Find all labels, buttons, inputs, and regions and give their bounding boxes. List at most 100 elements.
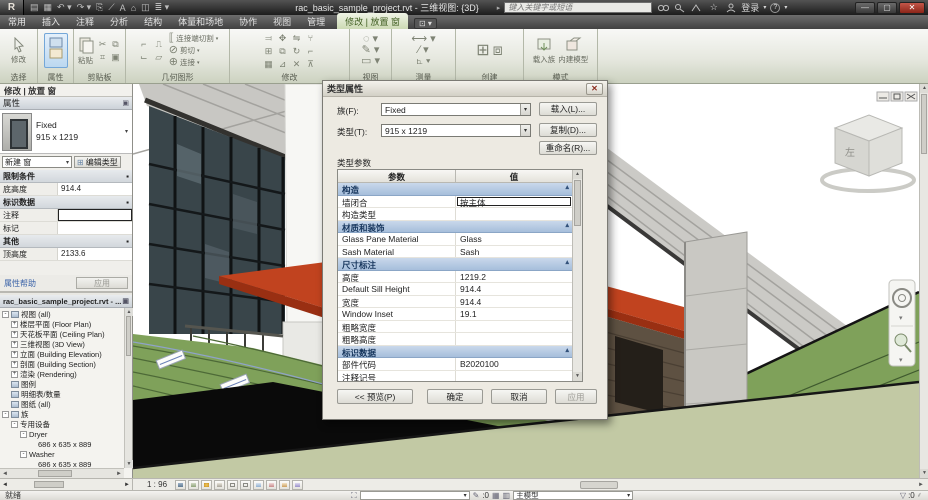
tree-expander-icon[interactable]: + [11, 330, 18, 338]
scroll-left-icon[interactable]: ◄ [0, 471, 10, 477]
table-scroll-down-icon[interactable]: ▼ [573, 372, 582, 381]
worksets-icon[interactable]: ⛶ [351, 491, 357, 500]
browser-pin-icon[interactable]: ▣ [122, 297, 129, 305]
tab-6[interactable]: 协作 [231, 13, 265, 29]
cut-icon[interactable]: ✂ [97, 38, 109, 50]
tab-3[interactable]: 分析 [102, 13, 136, 29]
crop-view-icon[interactable] [227, 479, 239, 490]
tree-expander-icon[interactable]: + [11, 370, 18, 378]
help-dropdown-icon[interactable]: ▾ [784, 4, 787, 11]
param-value[interactable]: Sash [456, 246, 572, 258]
group-expander-icon[interactable]: ▪ [126, 237, 129, 246]
offset2-icon[interactable]: ⊞ [262, 45, 275, 57]
open-icon[interactable]: ▤ [30, 2, 39, 13]
param-value[interactable]: 1219.2 [456, 271, 572, 283]
cancel-button[interactable]: 取消 [491, 389, 547, 404]
redo-icon[interactable]: ↷ ▾ [77, 2, 92, 13]
group-expander-icon[interactable]: ▪ [126, 172, 129, 181]
vb-right-arrow-icon[interactable]: ► [124, 482, 130, 488]
crop-region-icon[interactable] [240, 479, 252, 490]
tree-item[interactable]: +686 x 635 x 889 [0, 459, 124, 469]
edit-type-button[interactable]: ⊞ 编辑类型 [74, 156, 121, 168]
align-icon[interactable]: ⫤ [262, 32, 275, 44]
delete-icon[interactable]: ✕ [290, 58, 303, 70]
design-options-icon[interactable]: ▦ [492, 491, 500, 500]
thin-lines-icon[interactable]: ≣ ▾ [155, 2, 170, 13]
properties-help-link[interactable]: 属性帮助 [4, 278, 36, 289]
search-collapse-icon[interactable]: ▸ [497, 4, 501, 12]
beam-icon[interactable]: ▱ [152, 51, 166, 63]
dialog-title-bar[interactable]: 类型属性 ✕ [323, 81, 607, 97]
offset-icon[interactable]: ⎍ [152, 38, 166, 50]
param-value[interactable]: 914.4 [456, 283, 572, 295]
tab-1[interactable]: 插入 [34, 13, 68, 29]
panel-label-clipboard[interactable]: 剪贴板 [74, 72, 125, 83]
ok-button[interactable]: 确定 [427, 389, 483, 404]
wall-join-icon[interactable]: ⌙ [137, 51, 151, 63]
tree-expander-icon[interactable]: - [20, 430, 27, 438]
tree-expander-icon[interactable]: + [11, 320, 18, 328]
move-icon[interactable]: ✥ [276, 32, 289, 44]
tree-item[interactable]: + 渲染 (Rendering) [0, 369, 124, 379]
copy2-icon[interactable]: ⧉ [276, 45, 289, 57]
pin-icon[interactable]: ⊼ [304, 58, 317, 70]
apply-button-disabled[interactable]: 应用 [76, 277, 128, 289]
tree-expander-icon[interactable]: - [2, 310, 9, 318]
load-button[interactable]: 载入(L)... [539, 102, 597, 116]
browser-hscrollbar[interactable]: ◄ ► [0, 468, 124, 478]
vb-canvas-right-arrow-icon[interactable]: ► [918, 482, 928, 488]
print-icon[interactable]: ⎘ [96, 2, 103, 13]
browser-vscrollbar[interactable]: ▲ ▼ [124, 308, 133, 468]
inplace-model-button[interactable]: 内建模型 [558, 37, 588, 65]
measure-icon[interactable]: ⟋ [108, 2, 114, 13]
tab-8[interactable]: 管理 [299, 13, 333, 29]
workset-combo[interactable]: ▾ [359, 491, 470, 500]
tree-expander-icon[interactable]: + [11, 340, 18, 348]
tree-expander-icon[interactable]: + [11, 350, 18, 358]
save-icon[interactable]: ▦ [44, 2, 53, 13]
table-vscrollbar[interactable]: ▲ ▼ [572, 170, 582, 381]
minimize-button[interactable]: — [855, 1, 875, 14]
angle-dim-icon[interactable]: ⦜ ▾ [417, 56, 431, 67]
tree-item[interactable]: + 三维视图 (3D View) [0, 339, 124, 349]
browser-bottom-scrollbar[interactable]: ◄ ► [0, 479, 133, 490]
param-group-expander-icon[interactable]: ▴ [562, 258, 572, 270]
modify-tool-button[interactable]: 修改 [11, 36, 26, 65]
palette-pin-icon[interactable]: ▣ [122, 99, 129, 107]
scroll-up-icon[interactable]: ▲ [125, 308, 133, 316]
tree-item[interactable]: -族 [0, 409, 124, 419]
text-icon[interactable]: A [120, 3, 126, 13]
create-group-icon[interactable]: ⊞ [476, 42, 489, 59]
vb-left-arrow-icon[interactable]: ◄ [2, 482, 8, 488]
param-value[interactable] [456, 321, 572, 333]
design-option-combo[interactable]: 主模型 ▾ [513, 491, 634, 500]
detail-level-icon[interactable] [175, 479, 187, 490]
param-value[interactable]: 按主体 [456, 196, 572, 207]
section-icon[interactable]: ◫ [141, 2, 150, 13]
search-input[interactable] [504, 2, 653, 13]
sun-path-icon[interactable] [201, 479, 213, 490]
tree-item[interactable]: + 立面 (Building Elevation) [0, 349, 124, 359]
ribbon-options-dropdown[interactable]: ⊡ ▾ [413, 18, 437, 29]
load-family-button[interactable]: 载入族 [533, 37, 555, 65]
mirror-icon[interactable]: ⇋ [290, 32, 303, 44]
cut-item[interactable]: ⊘ 剪切 ▾ [169, 45, 218, 56]
rename-button[interactable]: 重命名(R)... [539, 141, 597, 155]
param-value[interactable] [456, 371, 572, 382]
type-dropdown-icon[interactable]: ▾ [125, 128, 130, 135]
close-button[interactable]: ✕ [899, 1, 925, 14]
tree-item[interactable]: +图纸 (all) [0, 399, 124, 409]
join-item[interactable]: ⊕ 连接 ▾ [169, 57, 218, 68]
plane-icon[interactable]: ▭ ▾ [361, 56, 380, 67]
canvas-vscrollbar[interactable]: ▲ ▼ [919, 84, 928, 478]
tree-item[interactable]: - 专用设备 [0, 419, 124, 429]
cope-icon[interactable]: ⌐ [137, 38, 151, 50]
type-selector[interactable]: Fixed 915 x 1219 ▾ [0, 110, 132, 154]
preview-button[interactable]: << 预览(P) [337, 389, 413, 404]
tree-item[interactable]: + 剖面 (Building Section) [0, 359, 124, 369]
tree-item[interactable]: +图例 [0, 379, 124, 389]
isolate-icon[interactable] [266, 479, 278, 490]
match-icon[interactable]: ⌗ [97, 51, 109, 63]
clipboard-icon[interactable]: ▣ [110, 51, 122, 63]
tab-4[interactable]: 结构 [136, 13, 170, 29]
